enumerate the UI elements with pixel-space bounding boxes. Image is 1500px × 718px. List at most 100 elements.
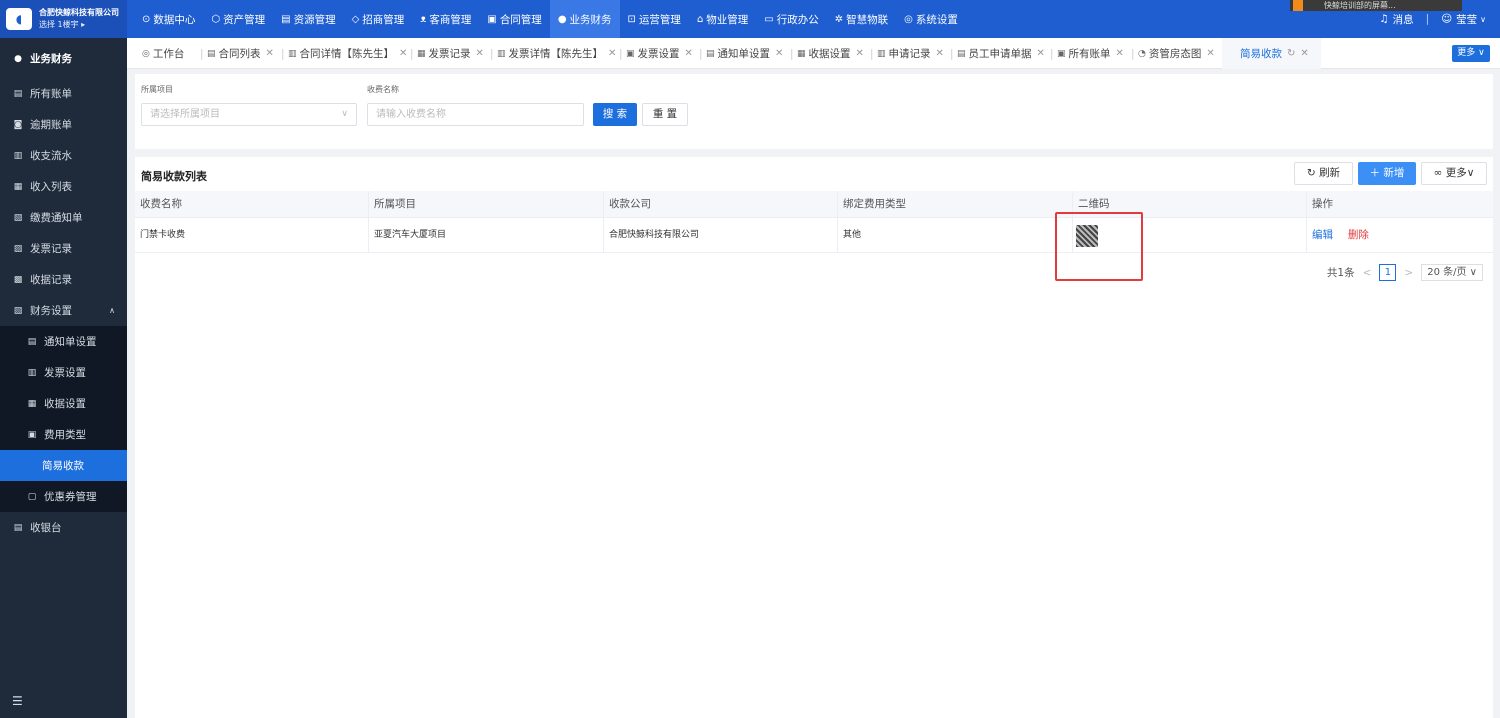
tab-notice-settings[interactable]: | ▤ 通知单设置 ✕	[699, 38, 783, 69]
topnav-item-finance[interactable]: ● 业务财务	[549, 0, 620, 38]
topnav-item-assets[interactable]: ⬡ 资产管理	[203, 0, 273, 38]
topnav-item-data-center[interactable]: ⊙ 数据中心	[134, 0, 203, 38]
tab-all-bills[interactable]: | ▣ 所有账单 ✕	[1050, 38, 1124, 69]
project-select[interactable]: 请选择所属项目 ∨	[141, 103, 357, 126]
sidebar-item-receipt-records[interactable]: ▩ 收据记录	[0, 264, 127, 295]
sidebar-item-simple-collection[interactable]: 简易收款	[0, 450, 127, 481]
messages-link[interactable]: 消息	[1393, 12, 1414, 27]
settings-icon: ◎	[904, 13, 913, 25]
sidebar-item-notice-settings[interactable]: ▤ 通知单设置	[0, 326, 127, 357]
invoice-icon: ▦	[417, 48, 426, 59]
bills-icon: ▣	[1057, 48, 1066, 59]
delete-link[interactable]: 删除	[1348, 229, 1369, 241]
column-header[interactable]: 收费名称	[135, 191, 369, 218]
close-icon[interactable]: ✕	[399, 48, 407, 59]
sidebar-item-payment-notice[interactable]: ▧ 缴费通知单	[0, 202, 127, 233]
sidebar-item-overdue-bills[interactable]: ◙ 逾期账单	[0, 109, 127, 140]
close-icon[interactable]: ✕	[266, 48, 274, 59]
divider: |	[410, 47, 414, 60]
tab-invoice-detail[interactable]: | ▥ 发票详情【陈先生】 ✕	[490, 38, 616, 69]
sidebar-item-cashier[interactable]: ▤ 收银台	[0, 512, 127, 543]
column-header[interactable]: 收款公司	[604, 191, 838, 218]
sidebar-item-receipt-settings[interactable]: ▦ 收据设置	[0, 388, 127, 419]
divider: |	[950, 47, 954, 60]
reset-button[interactable]: 重 置	[642, 103, 688, 126]
topnav-item-operations[interactable]: ⊡ 运营管理	[620, 0, 689, 38]
close-icon[interactable]: ✕	[1300, 48, 1308, 59]
close-icon[interactable]: ✕	[1037, 48, 1045, 59]
tabs-more-button[interactable]: 更多 ∨	[1452, 45, 1490, 62]
bell-icon[interactable]: ♫	[1379, 13, 1388, 25]
edit-link[interactable]: 编辑	[1312, 229, 1333, 241]
close-icon[interactable]: ✕	[856, 48, 864, 59]
tab-contract-list[interactable]: | ▤ 合同列表 ✕	[200, 38, 274, 69]
topnav-item-office[interactable]: ▭ 行政办公	[756, 0, 826, 38]
tab-receipt-settings[interactable]: | ▦ 收据设置 ✕	[790, 38, 864, 69]
page-number[interactable]: 1	[1379, 264, 1397, 281]
tab-room-status[interactable]: | ◔ 资管房态图 ✕	[1131, 38, 1215, 69]
page-size-select[interactable]: 20 条/页 ∨	[1421, 264, 1483, 281]
tab-invoice-settings[interactable]: | ▣ 发票设置 ✕	[619, 38, 693, 69]
close-icon[interactable]: ✕	[775, 48, 783, 59]
topnav-item-leasing[interactable]: ◇ 招商管理	[344, 0, 413, 38]
coupon-icon: ▢	[27, 491, 37, 502]
search-button[interactable]: 搜 索	[593, 103, 637, 126]
user-name[interactable]: 莹莹	[1456, 12, 1477, 27]
more-button[interactable]: ∞ 更多∨	[1421, 162, 1487, 185]
close-icon[interactable]: ✕	[608, 48, 616, 59]
tab-invoice-records[interactable]: | ▦ 发票记录 ✕	[410, 38, 484, 69]
topnav-item-iot[interactable]: ✲ 智慧物联	[827, 0, 896, 38]
chevron-left-icon[interactable]: <	[1363, 267, 1372, 279]
sidebar-item-coupons[interactable]: ▢ 优惠券管理	[0, 481, 127, 512]
link-icon: ∞	[1433, 167, 1446, 179]
topnav-item-resources[interactable]: ▤ 资源管理	[273, 0, 343, 38]
divider: |	[1425, 13, 1430, 25]
tab-application-records[interactable]: | ▥ 申请记录 ✕	[870, 38, 944, 69]
tab-label: 工作台	[152, 48, 185, 60]
sidebar-item-label: 收据记录	[30, 274, 72, 286]
brand[interactable]: ◖ 合肥快鲸科技有限公司 选择 1楼宇 ▸	[0, 0, 127, 38]
sidebar-item-cashflow[interactable]: ▥ 收支流水	[0, 140, 127, 171]
sidebar-item-label: 简易收款	[42, 460, 84, 472]
finance-icon: ●	[14, 53, 22, 64]
topnav-item-contracts[interactable]: ▣ 合同管理	[479, 0, 549, 38]
close-icon[interactable]: ✕	[936, 48, 944, 59]
sidebar-item-finance-settings[interactable]: ▧ 财务设置 ∧	[0, 295, 127, 326]
close-icon[interactable]: ✕	[476, 48, 484, 59]
avatar[interactable]: ☺	[1441, 13, 1452, 25]
chevron-right-icon[interactable]: >	[1404, 267, 1413, 279]
sidebar-item-income-list[interactable]: ▦ 收入列表	[0, 171, 127, 202]
chevron-down-icon[interactable]: ∨	[1480, 15, 1486, 24]
tab-contract-detail[interactable]: | ▥ 合同详情【陈先生】 ✕	[281, 38, 407, 69]
topnav-item-clients[interactable]: ᴥ 客商管理	[412, 0, 479, 38]
refresh-icon[interactable]: ↻	[1287, 48, 1295, 59]
tab-simple-collection[interactable]: 简易收款 ↻ ✕	[1222, 38, 1321, 69]
fee-name-input[interactable]: 请输入收费名称	[367, 103, 584, 126]
sidebar-item-invoice-records[interactable]: ▨ 发票记录	[0, 233, 127, 264]
detail-icon: ▥	[497, 48, 506, 59]
collapse-menu-icon[interactable]: ☰	[12, 694, 23, 708]
column-header[interactable]: 所属项目	[369, 191, 604, 218]
tab-employee-applications[interactable]: | ▤ 员工申请单据 ✕	[950, 38, 1045, 69]
top-nav: ⊙ 数据中心 ⬡ 资产管理 ▤ 资源管理 ◇ 招商管理 ᴥ 客商管理 ▣ 合同管理 ● 业务财…	[134, 0, 966, 38]
refresh-button[interactable]: ↻ 刷新	[1294, 162, 1353, 185]
close-icon[interactable]: ✕	[1206, 48, 1214, 59]
building-selector[interactable]: 选择 1楼宇 ▸	[39, 19, 119, 31]
monitor-icon: ▭	[764, 13, 774, 25]
project-placeholder: 请选择所属项目	[150, 109, 220, 120]
cube-icon: ⬡	[211, 13, 221, 25]
finance-icon: ●	[557, 13, 567, 25]
column-header[interactable]: 绑定费用类型	[838, 191, 1073, 218]
topnav-item-settings[interactable]: ◎ 系统设置	[896, 0, 966, 38]
close-icon[interactable]: ✕	[685, 48, 693, 59]
sidebar-item-all-bills[interactable]: ▤ 所有账单	[0, 78, 127, 109]
tab-workbench[interactable]: ◎ 工作台	[142, 38, 184, 69]
close-icon[interactable]: ✕	[1116, 48, 1124, 59]
sidebar-header[interactable]: ● 业务财务	[0, 43, 127, 74]
add-button[interactable]: ＋ 新增	[1358, 162, 1416, 185]
sidebar-item-fee-types[interactable]: ▣ 费用类型	[0, 419, 127, 450]
topnav-item-property[interactable]: ⌂ 物业管理	[689, 0, 756, 38]
sidebar-item-invoice-settings[interactable]: ▥ 发票设置	[0, 357, 127, 388]
column-header[interactable]: 操作	[1307, 191, 1493, 218]
settings-icon: ▧	[13, 305, 23, 316]
